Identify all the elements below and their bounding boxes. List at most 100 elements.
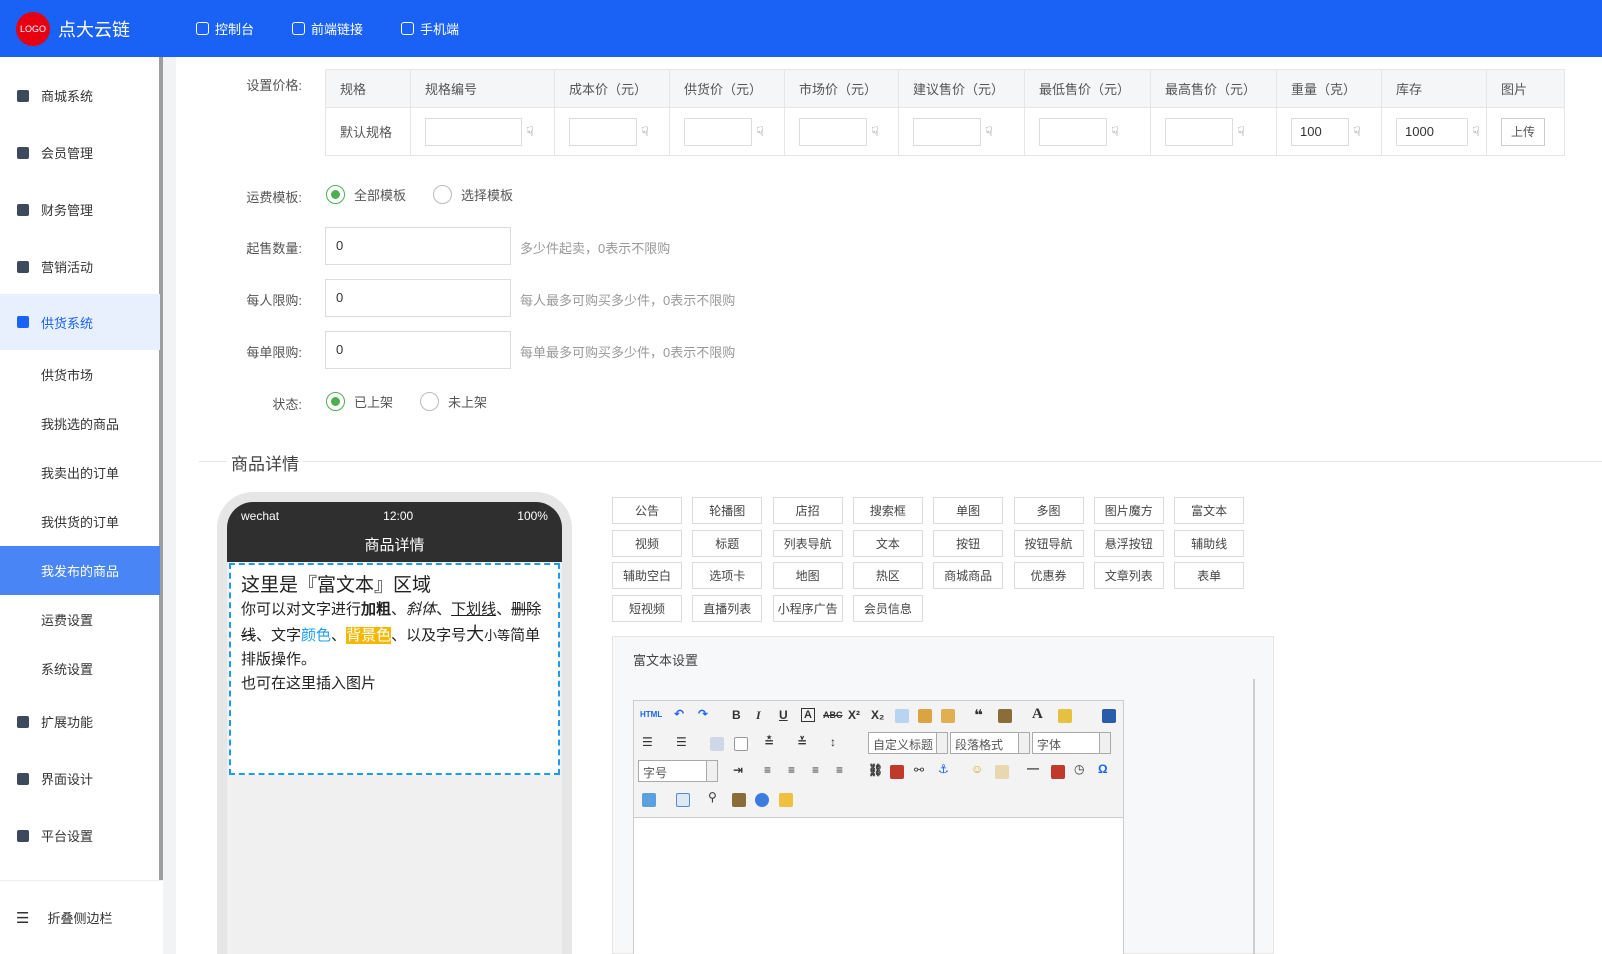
widget-button[interactable]: 按钮导航 — [1013, 529, 1084, 557]
fill-down-icon[interactable]: ☟ — [1111, 124, 1119, 140]
redo-icon[interactable]: ↷ — [698, 707, 708, 721]
subscript-icon[interactable]: X₂ — [871, 708, 884, 722]
paragraph-format-select[interactable]: 段落格式 — [950, 732, 1030, 754]
font-family-select[interactable]: 字体 — [1032, 732, 1111, 754]
min-qty-input[interactable]: 0 — [325, 227, 511, 265]
market-input[interactable] — [799, 117, 867, 146]
min-price-input[interactable] — [1039, 117, 1107, 146]
widget-button[interactable]: 悬浮按钮 — [1093, 529, 1164, 557]
fill-down-icon[interactable]: ☟ — [526, 124, 534, 140]
unordered-list-icon[interactable]: ☰ — [676, 735, 687, 749]
sidebar-item-members[interactable]: 会员管理 — [0, 124, 160, 181]
template-icon[interactable] — [732, 793, 746, 807]
widget-button[interactable]: 辅助线 — [1174, 529, 1245, 557]
widget-button[interactable]: 热区 — [852, 562, 923, 589]
align-right-icon[interactable]: ≡ — [812, 763, 819, 777]
widget-button[interactable]: 小程序广告 — [772, 594, 843, 622]
suggest-input[interactable] — [913, 117, 981, 146]
max-price-input[interactable] — [1165, 117, 1233, 146]
align-left-icon[interactable]: ≡ — [764, 763, 771, 777]
sidebar-item-marketing[interactable]: 营销活动 — [0, 238, 160, 295]
quote-icon[interactable]: ❝ — [974, 706, 983, 724]
italic-icon[interactable]: I — [756, 708, 761, 723]
sidebar-sub-sold-orders[interactable]: 我卖出的订单 — [0, 448, 160, 497]
emotion-icon[interactable]: ☺ — [971, 762, 983, 776]
widget-button[interactable]: 优惠券 — [1013, 562, 1084, 589]
fill-down-icon[interactable]: ☟ — [1472, 124, 1480, 140]
richtext-block[interactable]: 这里是『富文本』区域 你可以对文字进行加粗、斜体、下划线、删除线、文字颜色、背景… — [229, 563, 560, 775]
undo-icon[interactable]: ↶ — [674, 707, 684, 721]
widget-button[interactable]: 轮播图 — [692, 497, 763, 524]
html-source-button[interactable]: HTML — [640, 710, 662, 719]
radio-all-templates[interactable]: 全部模板 — [326, 185, 406, 204]
insert-code-icon[interactable] — [779, 793, 793, 807]
font-color-icon[interactable]: A — [1032, 706, 1043, 723]
sidebar-item-finance[interactable]: 财务管理 — [0, 181, 160, 238]
time-icon[interactable]: ◷ — [1074, 762, 1084, 776]
per-person-input[interactable]: 0 — [325, 279, 511, 317]
sidebar-sub-system-settings[interactable]: 系统设置 — [0, 644, 160, 693]
widget-button[interactable]: 按钮 — [933, 529, 1004, 557]
sidebar-item-mall[interactable]: 商城系统 — [0, 67, 160, 124]
row-spacing-top-icon[interactable]: ≛ — [764, 735, 774, 749]
widget-button[interactable]: 表单 — [1174, 562, 1245, 589]
scrawl-icon[interactable] — [995, 765, 1009, 779]
sidebar-item-ui-design[interactable]: 界面设计 — [0, 750, 160, 807]
anchor-text-icon[interactable] — [710, 737, 724, 751]
indent-icon[interactable]: ⇥ — [733, 763, 743, 777]
sidebar-item-platform[interactable]: 平台设置 — [0, 807, 160, 864]
widget-button[interactable]: 会员信息 — [852, 594, 923, 622]
widget-button[interactable]: 店招 — [772, 497, 843, 524]
paste-text-icon[interactable] — [998, 709, 1012, 723]
widget-button[interactable]: 列表导航 — [772, 529, 843, 557]
align-center-icon[interactable]: ≡ — [788, 763, 795, 777]
bold-icon[interactable]: B — [732, 708, 741, 722]
widget-button[interactable]: 商城商品 — [933, 562, 1004, 589]
nav-dashboard[interactable]: 控制台 — [196, 19, 254, 38]
help-icon[interactable] — [755, 793, 769, 807]
date-icon[interactable] — [1051, 765, 1065, 779]
sidebar-sub-shipping-settings[interactable]: 运费设置 — [0, 595, 160, 644]
preview-icon[interactable] — [1102, 709, 1116, 723]
radio-choose-template[interactable]: 选择模板 — [433, 185, 513, 204]
code-input[interactable] — [425, 117, 522, 146]
link-icon[interactable]: ⛓ — [868, 763, 883, 777]
widget-button[interactable]: 公告 — [612, 497, 682, 524]
strikethrough-icon[interactable]: ABC — [823, 710, 843, 720]
widget-button[interactable]: 多图 — [1013, 497, 1084, 524]
nav-mobile[interactable]: 手机端 — [401, 19, 459, 38]
custom-title-select[interactable]: 自定义标题 — [868, 732, 948, 754]
special-chars-icon[interactable]: Ω — [1098, 762, 1108, 776]
per-order-input[interactable]: 0 — [325, 331, 511, 369]
font-border-icon[interactable]: A — [801, 708, 815, 722]
widget-button[interactable]: 辅助空白 — [612, 562, 682, 589]
font-size-select[interactable]: 字号 — [638, 760, 718, 782]
widget-button[interactable]: 直播列表 — [692, 594, 763, 622]
widget-button[interactable]: 图片魔方 — [1093, 497, 1164, 524]
table-icon[interactable] — [676, 793, 690, 807]
radio-off-shelf[interactable]: 未上架 — [420, 392, 487, 411]
superscript-icon[interactable]: X² — [848, 708, 860, 722]
format-brush-icon[interactable] — [918, 709, 932, 723]
widget-button[interactable]: 富文本 — [1174, 497, 1245, 524]
nav-frontend-link[interactable]: 前端链接 — [292, 19, 363, 38]
weight-input[interactable]: 100 — [1291, 117, 1349, 146]
fill-down-icon[interactable]: ☟ — [1237, 124, 1245, 140]
insert-frame-icon[interactable] — [642, 793, 656, 807]
anchor-icon[interactable]: ⚓ — [938, 762, 949, 776]
supply-input[interactable] — [684, 117, 752, 146]
search-replace-icon[interactable]: ⚲ — [708, 790, 717, 804]
auto-format-icon[interactable] — [941, 709, 955, 723]
upload-button[interactable]: 上传 — [1501, 117, 1545, 146]
widget-button[interactable]: 短视频 — [612, 594, 682, 622]
image-icon[interactable] — [890, 765, 904, 779]
underline-icon[interactable]: U — [779, 708, 788, 722]
sidebar-sub-picked-goods[interactable]: 我挑选的商品 — [0, 399, 160, 448]
richtext-editor[interactable]: HTML ↶ ↷ B I U A ABC X² X₂ ❝ A ☰ ☰ ≛ ≚ ↕… — [633, 700, 1124, 954]
sidebar-sub-published-goods[interactable]: 我发布的商品 — [0, 546, 160, 595]
eraser-icon[interactable] — [895, 709, 909, 723]
fill-down-icon[interactable]: ☟ — [756, 124, 764, 140]
paragraph-icon[interactable] — [734, 737, 748, 751]
widget-button[interactable]: 视频 — [612, 529, 682, 557]
collapse-sidebar-button[interactable]: ☰ 折叠侧边栏 — [0, 880, 163, 954]
